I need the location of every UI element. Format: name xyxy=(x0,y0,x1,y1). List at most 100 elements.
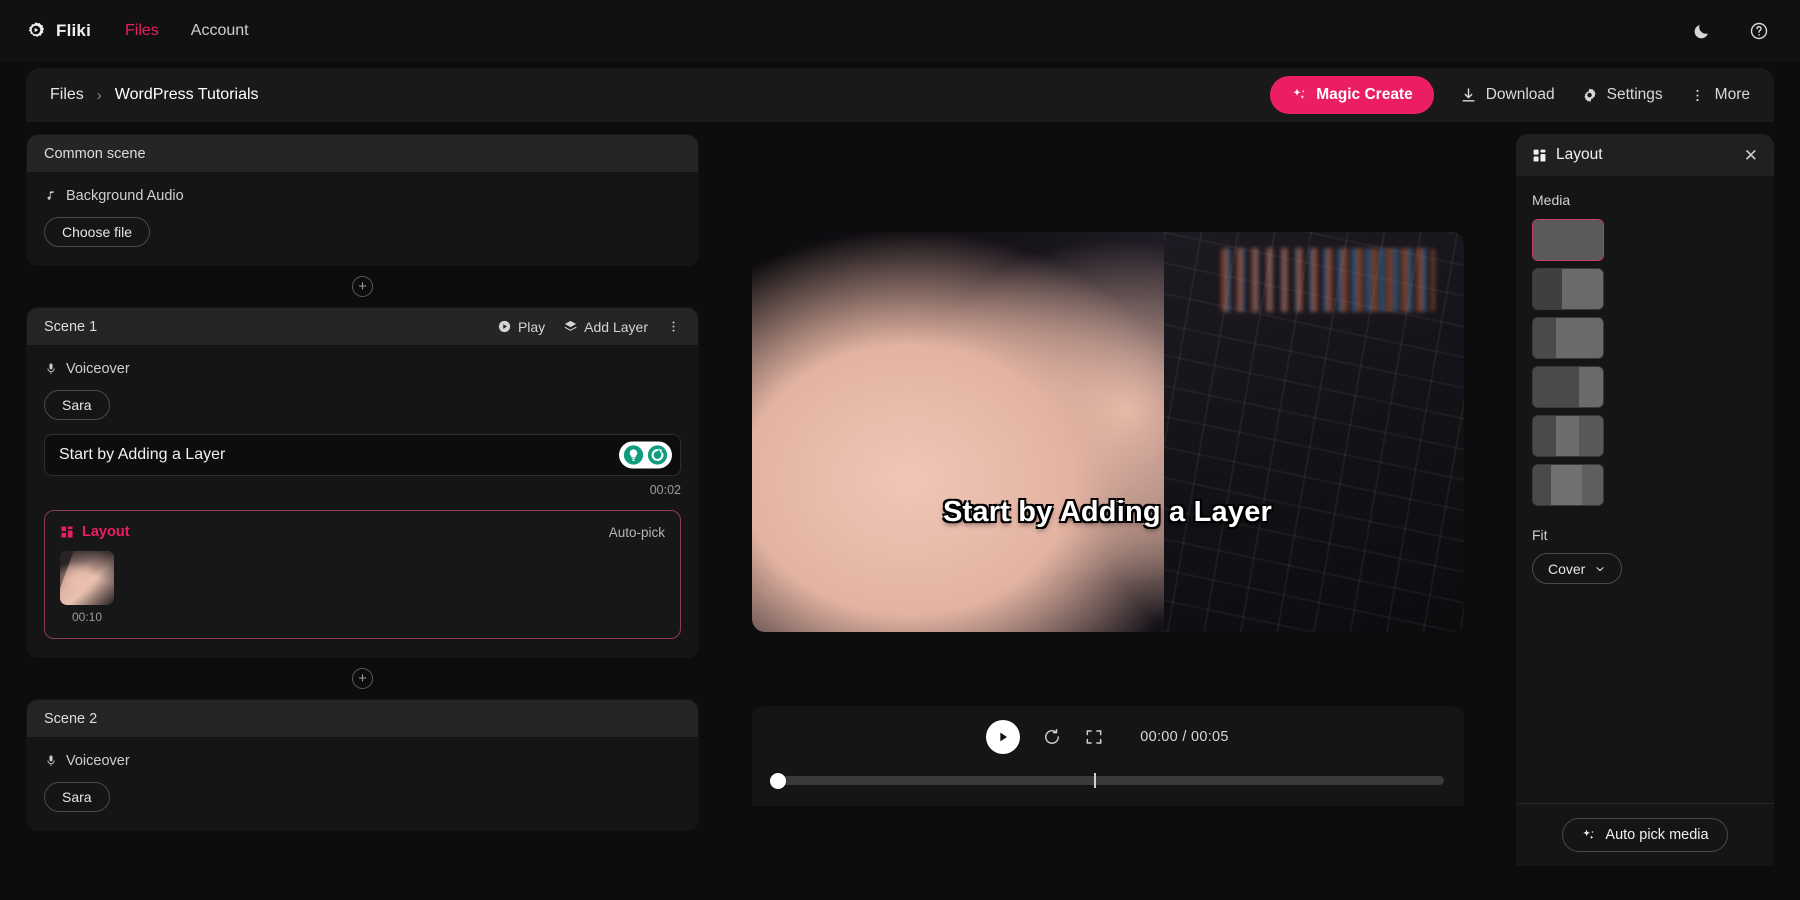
layout-grid-icon xyxy=(60,525,74,539)
layout-pane xyxy=(1533,367,1580,407)
scene-1-card: Scene 1 Play Add Layer Voiceover Sara St… xyxy=(26,307,699,658)
moon-icon[interactable] xyxy=(1686,16,1716,46)
player-bar: 00:00 / 00:05 xyxy=(751,706,1464,806)
layout-media-thumb-wrapper[interactable]: 00:10 xyxy=(60,551,114,624)
fit-dropdown[interactable]: Cover xyxy=(1532,553,1623,584)
settings-label: Settings xyxy=(1606,86,1663,103)
voiceover-row: Voiceover xyxy=(44,753,681,769)
layout-pane xyxy=(1550,465,1582,505)
layout-pane xyxy=(1556,318,1603,358)
common-scene-card: Common scene Background Audio Choose fil… xyxy=(26,134,699,266)
gear-play-logo-icon xyxy=(26,21,46,41)
scene-1-body: Voiceover Sara Start by Adding a Layer 0… xyxy=(27,345,698,657)
layout-option-split-2-right-narrow[interactable] xyxy=(1532,366,1604,408)
replay-icon[interactable] xyxy=(1042,727,1062,747)
play-circle-icon xyxy=(497,319,512,334)
sparkles-icon xyxy=(1291,87,1307,103)
voice-chip-sara[interactable]: Sara xyxy=(44,782,110,812)
download-button[interactable]: Download xyxy=(1460,86,1555,104)
voiceover-label: Voiceover xyxy=(66,361,130,377)
layout-pane xyxy=(1579,367,1603,407)
layout-option-split-3-even[interactable] xyxy=(1532,464,1604,506)
scene-2-header: Scene 2 xyxy=(27,700,698,737)
settings-button[interactable]: Settings xyxy=(1581,86,1663,104)
auto-pick-media-button[interactable]: Auto pick media xyxy=(1562,818,1728,852)
help-circle-icon[interactable] xyxy=(1744,16,1774,46)
layout-panel-title-group: Layout xyxy=(1532,146,1603,164)
scene-2-title: Scene 2 xyxy=(44,710,98,727)
project-toolbar: Files › WordPress Tutorials Magic Create… xyxy=(26,68,1774,122)
scrubber-marker xyxy=(1094,773,1097,788)
more-label: More xyxy=(1714,86,1750,103)
auto-pick-link[interactable]: Auto-pick xyxy=(609,525,665,540)
preview-column: Start by Adding a Layer 00:00 / 00:05 xyxy=(699,122,1516,866)
add-scene-row-1: + xyxy=(26,266,699,307)
voiceover-script-input[interactable] xyxy=(44,434,681,476)
scene-add-layer-button[interactable]: Add Layer xyxy=(563,319,648,335)
layout-pane xyxy=(1533,465,1551,505)
common-scene-title: Common scene xyxy=(44,145,146,162)
layout-option-split-3-uneven[interactable] xyxy=(1532,415,1604,457)
layout-section-label: Layout xyxy=(82,524,130,540)
breadcrumb-separator: › xyxy=(96,86,102,104)
layout-pane xyxy=(1533,318,1557,358)
scene-1-actions: Play Add Layer xyxy=(497,319,681,335)
gear-icon xyxy=(1581,87,1598,104)
scene-play-button[interactable]: Play xyxy=(497,319,545,335)
top-navbar: Fliki Files Account xyxy=(0,0,1800,62)
download-icon xyxy=(1460,87,1477,104)
layout-pane xyxy=(1556,416,1580,456)
download-label: Download xyxy=(1485,86,1555,103)
background-audio-row: Background Audio xyxy=(44,188,681,204)
breadcrumb-root[interactable]: Files xyxy=(50,86,84,104)
player-scrubber[interactable] xyxy=(769,772,1444,789)
voice-chip-sara[interactable]: Sara xyxy=(44,390,110,420)
nav-link-files[interactable]: Files xyxy=(125,22,159,40)
scene-play-label: Play xyxy=(517,318,546,335)
layers-icon xyxy=(563,319,578,334)
plus-circle-icon[interactable]: + xyxy=(352,668,373,689)
brand-logo-group[interactable]: Fliki xyxy=(26,21,91,41)
layout-option-single-full[interactable] xyxy=(1532,219,1604,261)
more-button[interactable]: More xyxy=(1689,86,1750,104)
dots-vertical-icon xyxy=(666,319,681,334)
magic-create-button[interactable]: Magic Create xyxy=(1270,76,1434,114)
layout-grid-icon xyxy=(1532,148,1547,163)
brand-name: Fliki xyxy=(56,21,92,40)
scene-more-button[interactable] xyxy=(666,319,681,334)
layout-section-title-group: Layout xyxy=(60,524,130,540)
close-icon[interactable]: ✕ xyxy=(1744,147,1758,164)
video-preview[interactable]: Start by Adding a Layer xyxy=(751,232,1464,632)
layout-pane xyxy=(1533,220,1603,260)
player-time-display: 00:00 / 00:05 xyxy=(1140,729,1229,745)
layout-pane xyxy=(1533,416,1557,456)
layout-option-split-2-left-narrower[interactable] xyxy=(1532,317,1604,359)
microphone-icon xyxy=(44,754,58,768)
fit-value: Cover xyxy=(1548,560,1586,577)
breadcrumb-current: WordPress Tutorials xyxy=(114,86,259,103)
auto-pick-media-label: Auto pick media xyxy=(1605,827,1709,843)
timeline-column: Common scene Background Audio Choose fil… xyxy=(26,122,699,866)
layout-panel-title: Layout xyxy=(1556,146,1603,163)
nav-link-account[interactable]: Account xyxy=(191,22,249,40)
play-icon[interactable] xyxy=(986,720,1021,754)
layout-pane xyxy=(1533,269,1563,309)
layout-pane xyxy=(1579,416,1603,456)
layout-panel-body: Media Fit Cover xyxy=(1516,176,1774,803)
fullscreen-icon[interactable] xyxy=(1084,727,1104,747)
scene-1-layout-section[interactable]: Layout Auto-pick 00:10 xyxy=(44,510,681,639)
plus-circle-icon[interactable]: + xyxy=(352,276,373,297)
choose-file-button[interactable]: Choose file xyxy=(44,217,151,247)
layout-media-thumbnail[interactable] xyxy=(60,551,114,605)
layout-media-duration: 00:10 xyxy=(71,610,103,624)
layout-option-split-2-left-narrow[interactable] xyxy=(1532,268,1604,310)
layout-panel-footer: Auto pick media xyxy=(1516,803,1774,866)
refresh-icon[interactable] xyxy=(647,445,668,466)
video-frame-image xyxy=(751,232,1464,632)
scrubber-handle[interactable] xyxy=(769,772,786,789)
sparkles-icon xyxy=(1581,828,1596,843)
fit-label: Fit xyxy=(1532,527,1548,543)
main-area: Common scene Background Audio Choose fil… xyxy=(0,122,1800,866)
layout-panel: Layout ✕ Media Fit Cover Auto pick media xyxy=(1516,134,1774,866)
lightbulb-icon[interactable] xyxy=(623,445,644,466)
